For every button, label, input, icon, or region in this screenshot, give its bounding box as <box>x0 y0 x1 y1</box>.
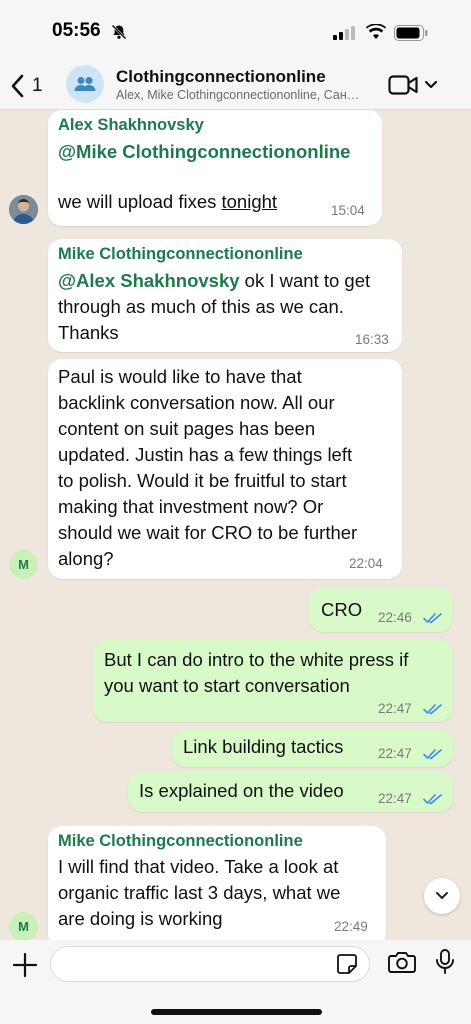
chevron-left-icon <box>11 74 24 98</box>
message-text: Is explained on the video <box>139 780 344 801</box>
message-text: should we wait for CRO to be further <box>58 522 358 543</box>
camera-icon[interactable] <box>388 950 416 974</box>
message-text-part: we will upload fixes <box>58 191 222 212</box>
avatar[interactable] <box>9 195 38 224</box>
message-text: along? <box>58 548 114 569</box>
microphone-icon[interactable] <box>435 948 455 976</box>
message-text: backlink conversation now. All our <box>58 392 335 413</box>
message-text: to polish. Would it be fruitful to start <box>58 470 347 491</box>
message-bubble[interactable]: Paul is would like to have that backlink… <box>48 359 402 579</box>
message-list[interactable]: Alex Shakhnovsky @Mike Clothingconnectio… <box>0 110 471 940</box>
message-text: Paul is would like to have that <box>58 366 302 387</box>
message-time: 22:49 <box>334 919 368 934</box>
mention[interactable]: @Mike Clothingconnectiononline <box>58 139 350 165</box>
group-title[interactable]: Clothingconnectiononline <box>116 67 326 87</box>
battery-icon <box>394 25 428 41</box>
person-photo-icon <box>9 195 38 224</box>
read-receipt-icon <box>423 749 442 760</box>
back-button[interactable]: 1 <box>10 66 56 106</box>
message-time: 16:33 <box>355 332 389 347</box>
read-receipt-icon <box>423 704 442 715</box>
message-text: But I can do intro to the white press if <box>104 649 409 670</box>
message-input[interactable] <box>50 946 370 982</box>
read-receipt-icon <box>423 613 442 624</box>
message-text: content on suit pages has been <box>58 418 316 439</box>
message-text: @Alex Shakhnovsky ok I want to get <box>58 268 370 294</box>
message-bubble-outgoing[interactable]: Is explained on the video 22:47 <box>128 772 453 812</box>
scroll-down-button[interactable] <box>424 878 460 914</box>
plus-icon[interactable] <box>10 950 40 980</box>
avatar[interactable]: M <box>9 912 38 940</box>
signal-icon <box>333 26 355 40</box>
avatar[interactable]: M <box>9 550 38 579</box>
message-time: 22:47 <box>378 791 412 806</box>
sender-name[interactable]: Mike Clothingconnectiononline <box>58 832 303 851</box>
message-text: we will upload fixes tonight <box>58 189 277 215</box>
read-receipt-icon <box>423 794 442 805</box>
message-time: 22:04 <box>349 556 383 571</box>
group-avatar[interactable] <box>66 65 104 103</box>
message-bubble[interactable]: Mike Clothingconnectiononline @Alex Shak… <box>48 239 402 352</box>
video-camera-icon <box>388 75 418 95</box>
video-call-button[interactable] <box>388 70 440 100</box>
message-text: updated. Justin has a few things left <box>58 444 353 465</box>
message-bubble-outgoing[interactable]: But I can do intro to the white press if… <box>93 640 453 722</box>
message-time: 15:04 <box>331 203 365 218</box>
message-text: through as much of this as we can. <box>58 296 344 317</box>
group-icon <box>74 77 96 91</box>
message-text: are doing is working <box>58 908 223 929</box>
sender-name[interactable]: Mike Clothingconnectiononline <box>58 245 303 264</box>
message-text: organic traffic last 3 days, what we <box>58 882 341 903</box>
chevron-down-icon <box>436 892 448 899</box>
status-bar: 05:56 <box>0 0 471 62</box>
chat-header: 1 Clothingconnectiononline Alex, Mike Cl… <box>0 62 471 110</box>
message-text: Thanks <box>58 322 119 343</box>
message-bubble-outgoing[interactable]: CRO 22:46 <box>309 588 453 632</box>
message-bubble[interactable]: Mike Clothingconnectiononline I will fin… <box>48 826 386 940</box>
message-text: you want to start conversation <box>104 675 350 696</box>
message-bubble-outgoing[interactable]: Link building tactics 22:47 <box>172 729 453 767</box>
message-text: making that investment now? Or <box>58 496 324 517</box>
message-text-part: ok I want to get <box>239 270 371 291</box>
mention[interactable]: @Alex Shakhnovsky <box>58 270 240 291</box>
message-text: I will find that video. Take a look at <box>58 856 339 877</box>
message-link-word[interactable]: tonight <box>222 191 278 212</box>
bell-slash-icon <box>111 24 127 40</box>
message-time: 22:47 <box>378 746 412 761</box>
home-indicator <box>151 1009 322 1015</box>
sender-name[interactable]: Alex Shakhnovsky <box>58 116 204 135</box>
message-text: CRO <box>321 599 363 620</box>
chevron-down-icon <box>424 80 438 89</box>
message-time: 22:47 <box>378 701 412 716</box>
status-time: 05:56 <box>52 20 101 41</box>
message-bubble[interactable]: Alex Shakhnovsky @Mike Clothingconnectio… <box>48 110 382 226</box>
sticker-icon[interactable] <box>336 953 358 975</box>
wifi-icon <box>366 24 386 39</box>
group-members[interactable]: Alex, Mike Clothingconnectiononline, Сан… <box>116 88 386 102</box>
message-text: Link building tactics <box>183 736 344 757</box>
back-count: 1 <box>32 75 43 96</box>
message-time: 22:46 <box>378 610 412 625</box>
